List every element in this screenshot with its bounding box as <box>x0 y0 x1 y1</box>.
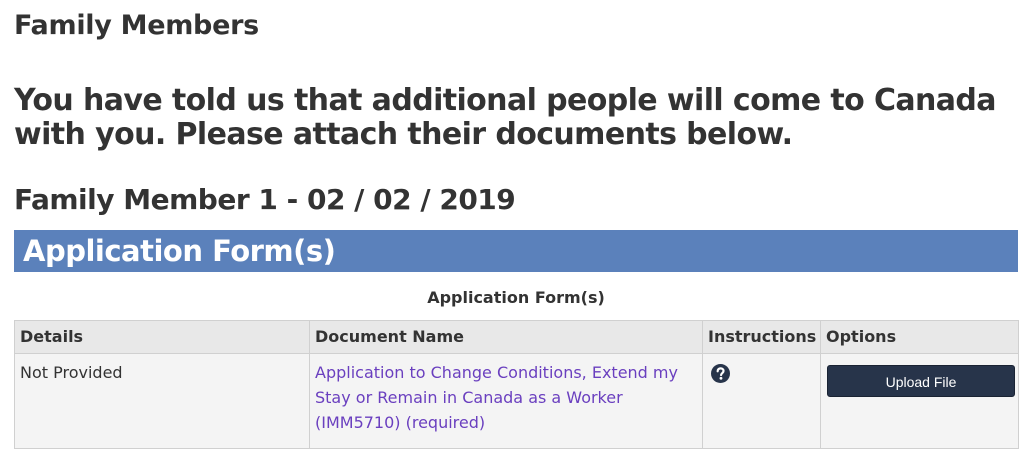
intro-text: You have told us that additional people … <box>14 83 997 152</box>
family-member-heading: Family Member 1 - 02 / 02 / 2019 <box>14 183 516 216</box>
column-header-details: Details <box>14 320 310 354</box>
instructions-cell <box>702 353 821 449</box>
upload-file-button[interactable]: Upload File <box>827 365 1015 397</box>
document-link[interactable]: Application to Change Conditions, Extend… <box>315 363 678 432</box>
table-row: Not Provided Application to Change Condi… <box>14 353 1019 449</box>
column-header-document-name: Document Name <box>309 320 703 354</box>
options-cell: Upload File <box>820 353 1019 449</box>
column-header-instructions: Instructions <box>702 320 821 354</box>
column-header-options: Options <box>820 320 1019 354</box>
question-circle-icon[interactable] <box>711 364 730 383</box>
table-caption: Application Form(s) <box>427 288 605 307</box>
section-title: Family Members <box>14 10 259 41</box>
application-forms-banner: Application Form(s) <box>14 230 1018 272</box>
details-cell: Not Provided <box>14 353 310 449</box>
table-header-row: Details Document Name Instructions Optio… <box>14 320 1019 354</box>
documents-table: Details Document Name Instructions Optio… <box>14 320 1019 449</box>
document-name-cell: Application to Change Conditions, Extend… <box>309 353 703 449</box>
